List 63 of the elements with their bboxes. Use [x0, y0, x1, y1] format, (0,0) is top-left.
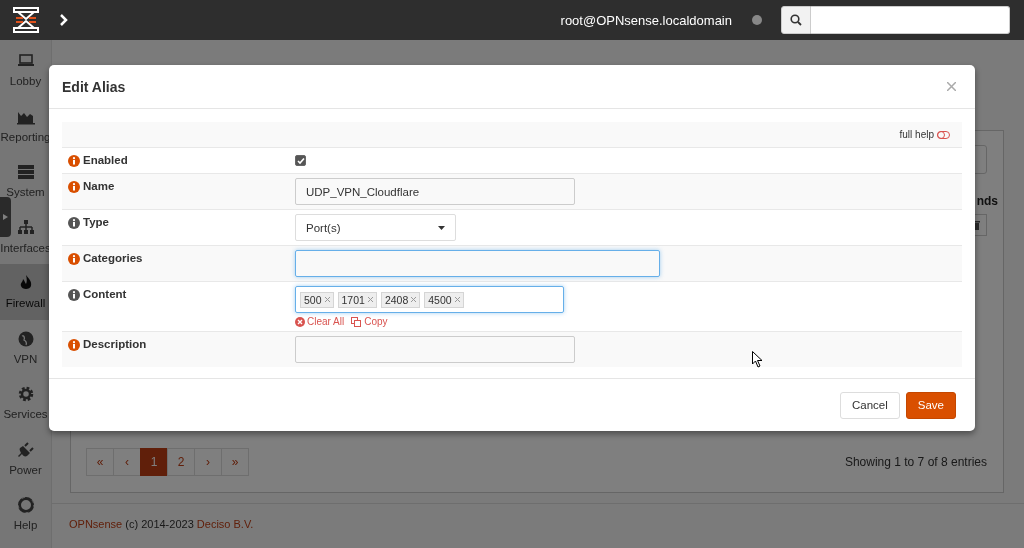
- search-icon: [790, 14, 802, 26]
- full-help-label[interactable]: full help: [899, 129, 934, 140]
- field-label: Description: [83, 338, 147, 350]
- clear-icon: [295, 316, 305, 327]
- status-dot: [752, 15, 762, 25]
- field-label: Content: [83, 288, 127, 300]
- page-link[interactable]: 2: [167, 448, 195, 476]
- user-label[interactable]: root@OPNsense.localdomain: [560, 12, 732, 28]
- sidebar-item[interactable]: Help: [0, 486, 51, 542]
- search-field[interactable]: [811, 6, 1010, 34]
- sidebar-handle[interactable]: [0, 197, 11, 237]
- sidebar-item[interactable]: Lobby: [0, 42, 51, 98]
- sidebar-item[interactable]: VPN: [0, 319, 51, 375]
- lifebuoy-icon: [16, 496, 35, 515]
- tags-field[interactable]: 500 1701 2408 4500: [295, 286, 564, 313]
- field-label: Name: [83, 180, 115, 192]
- field-label: Enabled: [83, 154, 128, 166]
- page-link[interactable]: ‹: [113, 448, 141, 476]
- caret-icon: [438, 225, 445, 230]
- remove-icon[interactable]: [324, 297, 330, 302]
- toggle-icon[interactable]: [937, 130, 950, 139]
- server-icon: [16, 163, 35, 182]
- remove-icon[interactable]: [454, 297, 460, 302]
- brand-link[interactable]: OPNsense: [69, 518, 123, 530]
- sidebar-item[interactable]: Firewall: [0, 264, 51, 320]
- expand-icon[interactable]: [59, 14, 69, 26]
- logo-icon[interactable]: [13, 7, 39, 33]
- clear-all-link[interactable]: Clear All: [295, 316, 345, 327]
- sidebar-item[interactable]: Reporting: [0, 97, 51, 153]
- close-icon[interactable]: [947, 82, 956, 91]
- sidebar-item[interactable]: Power: [0, 430, 51, 486]
- text-field[interactable]: [295, 336, 575, 363]
- copyright-text: (c) 2014-2023: [125, 518, 194, 530]
- cancel-button[interactable]: Cancel: [839, 391, 900, 419]
- text-field[interactable]: UDP_VPN_Cloudflare: [295, 178, 575, 205]
- page-link[interactable]: ›: [194, 448, 222, 476]
- plug-icon: [16, 440, 35, 459]
- tag-chip: 1701: [337, 291, 377, 308]
- entries-info: Showing 1 to 7 of 8 entries: [844, 455, 987, 469]
- tag-chip: 4500: [424, 291, 464, 308]
- field-label: Categories: [83, 252, 143, 264]
- network-icon: [16, 218, 35, 237]
- copy-icon: [351, 316, 363, 327]
- tag-chip: 500: [300, 291, 334, 308]
- search-button[interactable]: [781, 6, 811, 34]
- dialog-title: Edit Alias: [62, 78, 126, 95]
- column-header: nds: [976, 194, 998, 208]
- field-label: Type: [83, 216, 109, 228]
- tag-chip: 2408: [380, 291, 421, 308]
- page-link[interactable]: «: [86, 448, 114, 476]
- sidebar-item[interactable]: System: [0, 153, 51, 209]
- text-field[interactable]: [295, 250, 660, 277]
- save-button[interactable]: Save: [905, 391, 956, 419]
- remove-icon[interactable]: [367, 297, 373, 302]
- sidebar-item[interactable]: Services: [0, 375, 51, 431]
- type-dropdown[interactable]: Port(s): [295, 214, 456, 241]
- page-link[interactable]: »: [221, 448, 249, 476]
- company-link[interactable]: Deciso B.V.: [196, 518, 254, 530]
- page-link[interactable]: 1: [140, 448, 168, 476]
- copy-link[interactable]: Copy: [351, 316, 388, 327]
- gear-icon: [16, 385, 35, 404]
- remove-icon[interactable]: [411, 297, 417, 302]
- enabled-checkbox[interactable]: [295, 155, 306, 166]
